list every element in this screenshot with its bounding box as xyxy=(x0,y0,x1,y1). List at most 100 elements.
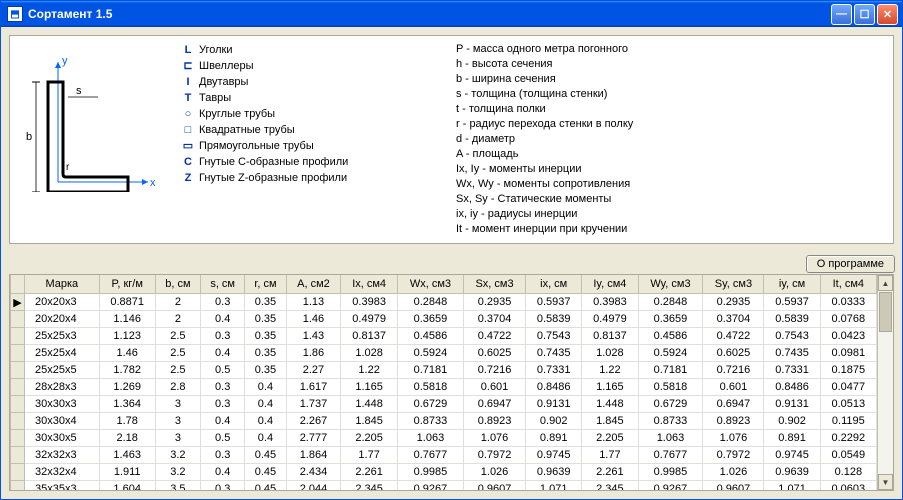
section-diagram: x y b b s r xyxy=(18,42,168,237)
profile-type-item[interactable]: ZГнутые Z-образные профили xyxy=(182,170,442,186)
column-header[interactable]: b, см xyxy=(155,275,200,294)
table-cell: 3.2 xyxy=(155,464,200,481)
table-row[interactable]: 25x25x41.462.50.40.351.861.0280.59240.60… xyxy=(11,345,877,362)
table-cell: 0.3 xyxy=(200,447,244,464)
column-header[interactable]: ix, см xyxy=(526,275,582,294)
profile-type-item[interactable]: TТавры xyxy=(182,90,442,106)
table-cell: 0.8923 xyxy=(463,413,525,430)
column-header[interactable]: s, см xyxy=(200,275,244,294)
table-row[interactable]: 32x32x41.9113.20.40.452.4342.2610.99851.… xyxy=(11,464,877,481)
scroll-up-icon[interactable]: ▲ xyxy=(878,275,893,291)
table-cell: 0.5937 xyxy=(764,294,820,311)
profile-type-item[interactable]: ▭Прямоугольные трубы xyxy=(182,138,442,154)
table-cell: 0.4586 xyxy=(638,328,703,345)
table-row[interactable]: 30x30x41.7830.40.42.2671.8450.87330.8923… xyxy=(11,413,877,430)
table-cell: 0.0768 xyxy=(820,311,876,328)
table-cell: 0.35 xyxy=(245,294,286,311)
maximize-button[interactable]: ☐ xyxy=(854,4,875,25)
vertical-scrollbar[interactable]: ▲ ▼ xyxy=(877,275,893,490)
column-header[interactable]: A, см2 xyxy=(286,275,341,294)
column-header[interactable]: P, кг/м xyxy=(99,275,155,294)
info-panel: x y b b s r LУгол xyxy=(9,35,894,244)
titlebar[interactable]: ⬒ Сортамент 1.5 — ☐ ✕ xyxy=(1,1,902,27)
legend-line: A - площадь xyxy=(456,147,885,162)
table-row[interactable]: 20x20x41.14620.40.351.460.49790.36590.37… xyxy=(11,311,877,328)
table-cell: 1.165 xyxy=(341,379,397,396)
profile-type-item[interactable]: □Квадратные трубы xyxy=(182,122,442,138)
table-cell: 0.4 xyxy=(200,413,244,430)
scroll-thumb[interactable] xyxy=(879,292,892,332)
column-header[interactable]: r, см xyxy=(245,275,286,294)
column-header[interactable]: Ix, см4 xyxy=(341,275,397,294)
column-header[interactable]: Марка xyxy=(25,275,100,294)
table-cell: 0.9745 xyxy=(526,447,582,464)
legend-line: ix, iy - радиусы инерции xyxy=(456,207,885,222)
table-cell: 1.028 xyxy=(341,345,397,362)
column-header[interactable]: Sy, см3 xyxy=(703,275,764,294)
table-cell: 0.891 xyxy=(526,430,582,447)
profile-glyph-icon: L xyxy=(182,42,194,58)
table-row[interactable]: 32x32x31.4633.20.30.451.8641.770.76770.7… xyxy=(11,447,877,464)
table-cell: 0.902 xyxy=(526,413,582,430)
close-button[interactable]: ✕ xyxy=(877,4,898,25)
scroll-down-icon[interactable]: ▼ xyxy=(878,474,893,490)
table-cell: 0.4 xyxy=(200,345,244,362)
table-cell: 1.13 xyxy=(286,294,341,311)
table-cell: 32x32x4 xyxy=(25,464,100,481)
profile-type-item[interactable]: CГнутые С-образные профили xyxy=(182,154,442,170)
table-cell: 0.5 xyxy=(200,362,244,379)
table-cell: 0.9607 xyxy=(463,481,525,491)
table-cell: 0.902 xyxy=(764,413,820,430)
table-cell: 1.028 xyxy=(582,345,638,362)
data-grid[interactable]: МаркаP, кг/мb, смs, смr, смA, см2Ix, см4… xyxy=(10,275,877,490)
row-indicator xyxy=(11,379,25,396)
column-header[interactable]: Sx, см3 xyxy=(463,275,525,294)
scroll-track[interactable] xyxy=(878,291,893,474)
table-cell: 0.891 xyxy=(764,430,820,447)
table-cell: 0.45 xyxy=(245,481,286,491)
about-button[interactable]: О программе xyxy=(806,255,895,273)
column-header[interactable]: Iy, см4 xyxy=(582,275,638,294)
table-cell: 0.8137 xyxy=(341,328,397,345)
profile-type-item[interactable]: LУголки xyxy=(182,42,442,58)
row-indicator xyxy=(11,430,25,447)
table-cell: 0.7181 xyxy=(397,362,463,379)
table-cell: 0.7181 xyxy=(638,362,703,379)
table-cell: 0.5937 xyxy=(526,294,582,311)
table-cell: 0.7972 xyxy=(703,447,764,464)
table-cell: 25x25x3 xyxy=(25,328,100,345)
table-cell: 0.2848 xyxy=(638,294,703,311)
table-row[interactable]: 25x25x31.1232.50.30.351.430.81370.45860.… xyxy=(11,328,877,345)
table-row[interactable]: 30x30x31.36430.30.41.7371.4480.67290.694… xyxy=(11,396,877,413)
table-row[interactable]: 25x25x51.7822.50.50.352.271.220.71810.72… xyxy=(11,362,877,379)
column-header[interactable]: Wy, см3 xyxy=(638,275,703,294)
table-cell: 0.601 xyxy=(703,379,764,396)
profile-glyph-icon: Z xyxy=(182,170,194,186)
column-header[interactable]: It, см4 xyxy=(820,275,876,294)
table-row[interactable]: 30x30x52.1830.50.42.7772.2051.0631.0760.… xyxy=(11,430,877,447)
table-cell: 0.7543 xyxy=(764,328,820,345)
profile-type-item[interactable]: ⊏Швеллеры xyxy=(182,58,442,74)
table-row[interactable]: ▶20x20x30.887120.30.351.130.39830.28480.… xyxy=(11,294,877,311)
legend-list: P - масса одного метра погонногоh - высо… xyxy=(456,42,885,237)
table-cell: 0.7677 xyxy=(397,447,463,464)
table-cell: 0.45 xyxy=(245,464,286,481)
column-header[interactable]: iy, см xyxy=(764,275,820,294)
table-cell: 0.7677 xyxy=(638,447,703,464)
profile-type-item[interactable]: ○Круглые трубы xyxy=(182,106,442,122)
row-indicator xyxy=(11,311,25,328)
table-row[interactable]: 35x35x31.6043.50.30.452.0442.3450.92670.… xyxy=(11,481,877,491)
table-cell: 0.4 xyxy=(200,464,244,481)
column-header[interactable]: Wx, см3 xyxy=(397,275,463,294)
profile-type-item[interactable]: IДвутавры xyxy=(182,74,442,90)
table-cell: 28x28x3 xyxy=(25,379,100,396)
table-cell: 0.7972 xyxy=(463,447,525,464)
table-cell: 0.2848 xyxy=(397,294,463,311)
table-cell: 0.5839 xyxy=(526,311,582,328)
data-table[interactable]: МаркаP, кг/мb, смs, смr, смA, см2Ix, см4… xyxy=(10,275,877,490)
minimize-button[interactable]: — xyxy=(831,4,852,25)
table-cell: 0.5818 xyxy=(397,379,463,396)
table-row[interactable]: 28x28x31.2692.80.30.41.6171.1650.58180.6… xyxy=(11,379,877,396)
legend-line: Wx, Wy - моменты сопротивления xyxy=(456,177,885,192)
table-cell: 0.35 xyxy=(245,362,286,379)
